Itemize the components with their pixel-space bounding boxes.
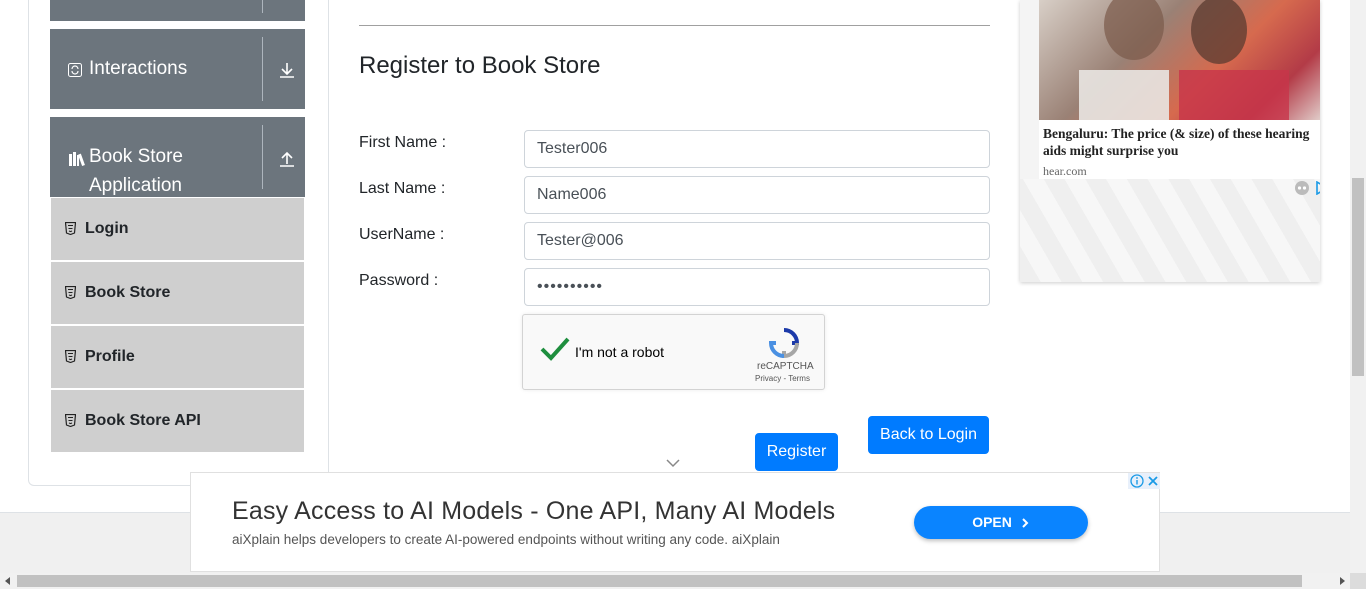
banner-advertisement[interactable]: Easy Access to AI Models - One API, Many… xyxy=(190,472,1160,572)
side-advertisement[interactable]: Bengaluru: The price (& size) of these h… xyxy=(1020,0,1320,282)
ad-choices-icon[interactable] xyxy=(1315,181,1320,195)
scrollbar-corner xyxy=(1350,573,1366,589)
captcha-brand: reCAPTCHA xyxy=(757,361,814,372)
first-name-label: First Name : xyxy=(359,134,447,151)
sidebar-item-profile[interactable]: Profile xyxy=(51,326,304,388)
upload-arrow-icon[interactable] xyxy=(278,150,296,168)
group-divider xyxy=(262,0,263,13)
refresh-icon xyxy=(68,63,82,77)
sidebar-group-book-store-application[interactable]: Book Store Application xyxy=(50,117,305,197)
download-arrow-icon[interactable] xyxy=(278,61,296,79)
last-name-input[interactable] xyxy=(524,176,990,214)
username-label: UserName : xyxy=(359,226,445,243)
banner-open-button[interactable]: OPEN xyxy=(914,506,1088,539)
scroll-left-icon[interactable] xyxy=(4,577,12,585)
checkmark-icon[interactable] xyxy=(539,335,571,363)
sidebar-group-label: Interactions xyxy=(89,58,188,79)
captcha-label: I'm not a robot xyxy=(575,344,665,360)
ad-source: hear.com xyxy=(1043,164,1087,178)
sidebar-item-label: Book Store API xyxy=(85,412,201,429)
recaptcha-widget[interactable]: I'm not a robot reCAPTCHA Privacy - Term… xyxy=(522,314,825,390)
sidebar-item-label: Login xyxy=(85,220,129,237)
chevron-right-icon xyxy=(1022,518,1029,529)
sidebar-item-book-store-api[interactable]: Book Store API xyxy=(51,390,304,452)
last-name-label: Last Name : xyxy=(359,180,446,197)
sidebar-group-label: Book Store Application xyxy=(89,146,183,196)
ad-privacy-icon[interactable] xyxy=(1294,180,1310,196)
ad-card[interactable]: Bengaluru: The price (& size) of these h… xyxy=(1039,120,1320,179)
books-icon xyxy=(69,152,85,166)
first-name-input[interactable] xyxy=(524,130,990,168)
sidebar-group-interactions[interactable]: Interactions xyxy=(50,29,305,109)
username-input[interactable] xyxy=(524,222,990,260)
chevron-down-icon[interactable] xyxy=(666,458,680,468)
ad-background-pattern xyxy=(1020,179,1320,282)
recaptcha-logo-icon xyxy=(768,328,800,359)
sidebar-item-login[interactable]: Login xyxy=(51,198,304,260)
sidebar-item-label: Book Store xyxy=(85,284,171,301)
scroll-right-icon[interactable] xyxy=(1338,577,1346,585)
page-title: Register to Book Store xyxy=(359,52,601,79)
group-divider xyxy=(262,37,263,101)
password-label: Password : xyxy=(359,272,439,289)
back-to-login-button[interactable]: Back to Login xyxy=(868,416,989,454)
sidebar-group-previous[interactable] xyxy=(50,0,305,21)
vertical-scrollbar-thumb[interactable] xyxy=(1352,178,1364,376)
html5-icon xyxy=(65,350,76,363)
header-divider xyxy=(359,25,990,26)
info-icon[interactable] xyxy=(1130,474,1144,488)
close-icon[interactable] xyxy=(1146,474,1160,488)
group-divider xyxy=(262,125,263,189)
password-input[interactable] xyxy=(524,268,990,306)
captcha-links[interactable]: Privacy - Terms xyxy=(755,374,810,383)
banner-title[interactable]: Easy Access to AI Models - One API, Many… xyxy=(232,497,835,526)
horizontal-scrollbar-thumb[interactable] xyxy=(17,575,1302,587)
ad-image[interactable] xyxy=(1039,0,1320,120)
sidebar-item-label: Profile xyxy=(85,348,135,365)
ad-photo-illustration xyxy=(1079,0,1289,120)
register-button[interactable]: Register xyxy=(755,433,838,471)
banner-close-area[interactable] xyxy=(1128,473,1160,489)
banner-description[interactable]: aiXplain helps developers to create AI-p… xyxy=(232,532,780,547)
html5-icon xyxy=(65,286,76,299)
ad-headline[interactable]: Bengaluru: The price (& size) of these h… xyxy=(1043,125,1320,159)
html5-icon xyxy=(65,414,76,427)
html5-icon xyxy=(65,222,76,235)
sidebar-item-book-store[interactable]: Book Store xyxy=(51,262,304,324)
